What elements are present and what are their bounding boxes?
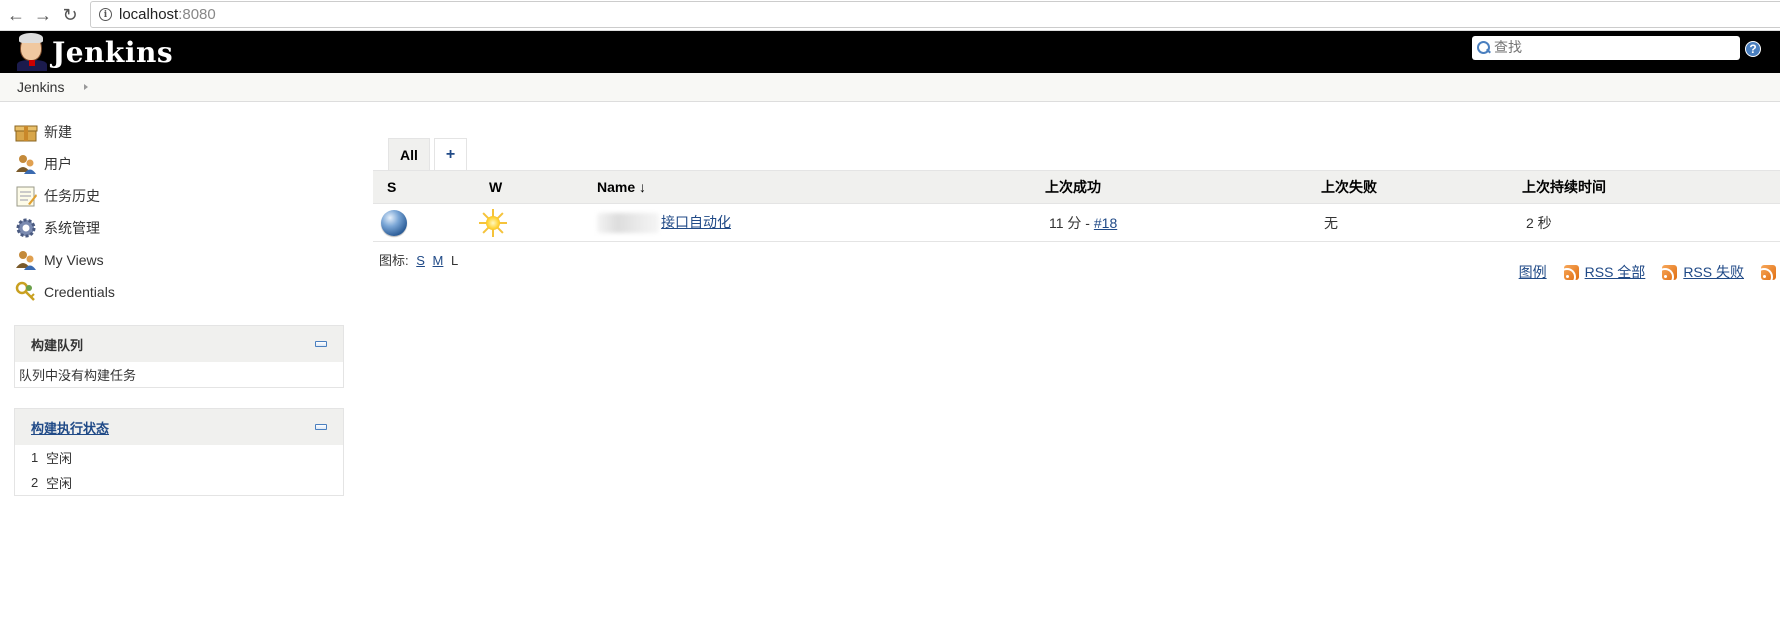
jenkins-logo[interactable]: Jenkins (16, 33, 173, 71)
icon-size-small[interactable]: S (416, 253, 425, 268)
last-duration-value: 2 秒 (1526, 214, 1552, 231)
executor-row: 2 空闲 (15, 470, 343, 495)
collapse-icon[interactable] (315, 341, 327, 347)
view-tabs: All + (388, 136, 1780, 170)
executor-status-title[interactable]: 构建执行状态 (31, 418, 109, 437)
executor-number: 2 (31, 475, 39, 490)
side-panel: 新建 用户 任务历史 系统管理 My Views Credentials 构建队… (14, 116, 344, 496)
help-icon[interactable]: ? (1745, 41, 1761, 57)
executor-number: 1 (31, 450, 39, 465)
task-people[interactable]: 用户 (14, 148, 344, 180)
jenkins-butler-icon (16, 33, 48, 71)
reload-icon[interactable]: ↻ (59, 4, 81, 26)
collapse-icon[interactable] (315, 424, 327, 430)
task-my-views[interactable]: My Views (14, 244, 344, 276)
task-label[interactable]: Credentials (44, 284, 115, 300)
rss-icon[interactable] (1761, 264, 1776, 280)
search-box[interactable] (1472, 36, 1740, 60)
last-success-time: 11 分 - (1049, 214, 1094, 231)
breadcrumb: Jenkins (0, 73, 1780, 102)
footer-links: 图例 RSS 全部 RSS 失败 (1519, 262, 1776, 282)
icon-size-large: L (451, 253, 459, 268)
last-failure-value: 无 (1324, 214, 1338, 231)
tab-add-view[interactable]: + (433, 138, 468, 170)
rss-failed-link[interactable]: RSS 失败 (1683, 262, 1744, 282)
url-host: localhost (119, 6, 179, 23)
job-name-link[interactable]: 接口自动化 (661, 214, 731, 230)
back-arrow-icon[interactable]: ← (5, 4, 27, 26)
forward-arrow-icon[interactable]: → (32, 4, 54, 26)
build-queue-title: 构建队列 (31, 337, 84, 353)
sunny-weather-icon[interactable] (479, 208, 507, 237)
credentials-icon (14, 280, 38, 304)
task-new-item[interactable]: 新建 (14, 116, 344, 148)
icon-size-medium[interactable]: M (433, 253, 444, 268)
task-label[interactable]: My Views (44, 252, 104, 268)
my-views-icon (14, 248, 38, 272)
url-port: :8080 (178, 6, 216, 23)
column-header-weather[interactable]: W (489, 170, 597, 204)
executor-status: 空闲 (46, 476, 73, 491)
legend-link[interactable]: 图例 (1519, 262, 1547, 282)
task-label[interactable]: 系统管理 (44, 218, 100, 238)
tab-all[interactable]: All (388, 138, 430, 170)
main-panel: All + S W Name ↓ 上次成功 上次失败 上次持续时间 接口自动化 … (373, 136, 1780, 280)
column-header-last-failure[interactable]: 上次失败 (1321, 170, 1522, 204)
address-bar[interactable]: i localhost:8080 (90, 1, 1780, 28)
task-label[interactable]: 用户 (44, 154, 72, 174)
executor-status-pane: 构建执行状态 1 空闲 2 空闲 (14, 408, 344, 496)
last-success-build-link[interactable]: #18 (1094, 215, 1117, 231)
new-item-icon (14, 120, 38, 144)
rss-all-link[interactable]: RSS 全部 (1585, 262, 1646, 282)
table-row: 接口自动化 11 分 - #18 无 2 秒 (373, 203, 1780, 242)
task-label[interactable]: 任务历史 (44, 186, 100, 206)
search-input[interactable] (1494, 40, 1724, 56)
redacted-text (597, 213, 659, 234)
last-duration-cell: 2 秒 (1522, 203, 1780, 242)
manage-gear-icon (14, 216, 38, 240)
last-success-cell: 11 分 - #18 (1045, 203, 1321, 242)
executor-status-header: 构建执行状态 (15, 409, 343, 445)
build-queue-pane: 构建队列 队列中没有构建任务 (14, 325, 344, 388)
column-header-last-success[interactable]: 上次成功 (1045, 170, 1321, 204)
rss-icon[interactable] (1662, 264, 1678, 280)
build-history-icon (14, 184, 38, 208)
search-icon (1476, 40, 1492, 56)
column-header-name[interactable]: Name ↓ (597, 170, 1045, 204)
weather-cell (479, 203, 597, 242)
icon-size-label: 图标: (379, 253, 409, 268)
name-cell: 接口自动化 (597, 203, 1045, 242)
browser-toolbar: ← → ↻ i localhost:8080 (0, 0, 1780, 31)
rss-icon[interactable] (1563, 264, 1579, 280)
task-build-history[interactable]: 任务历史 (14, 180, 344, 212)
projects-table: S W Name ↓ 上次成功 上次失败 上次持续时间 接口自动化 11 分 -… (373, 170, 1780, 242)
executor-status: 空闲 (46, 451, 73, 466)
breadcrumb-arrow-icon[interactable] (84, 84, 89, 90)
info-icon[interactable]: i (99, 8, 112, 21)
build-queue-header: 构建队列 (15, 326, 343, 362)
breadcrumb-jenkins[interactable]: Jenkins (17, 79, 64, 95)
task-label[interactable]: 新建 (44, 122, 72, 142)
blue-ball-status-icon[interactable] (381, 209, 407, 236)
status-cell (373, 203, 489, 242)
task-credentials[interactable]: Credentials (14, 276, 344, 308)
table-header-row: S W Name ↓ 上次成功 上次失败 上次持续时间 (373, 170, 1780, 204)
column-header-last-duration[interactable]: 上次持续时间 (1522, 170, 1780, 204)
logo-text: Jenkins (52, 35, 174, 69)
build-queue-empty: 队列中没有构建任务 (19, 368, 137, 383)
column-header-status[interactable]: S (373, 170, 489, 204)
task-manage-jenkins[interactable]: 系统管理 (14, 212, 344, 244)
jenkins-header: Jenkins ? (0, 31, 1780, 73)
users-icon (14, 152, 38, 176)
last-failure-cell: 无 (1321, 203, 1522, 242)
executor-row: 1 空闲 (15, 445, 343, 470)
